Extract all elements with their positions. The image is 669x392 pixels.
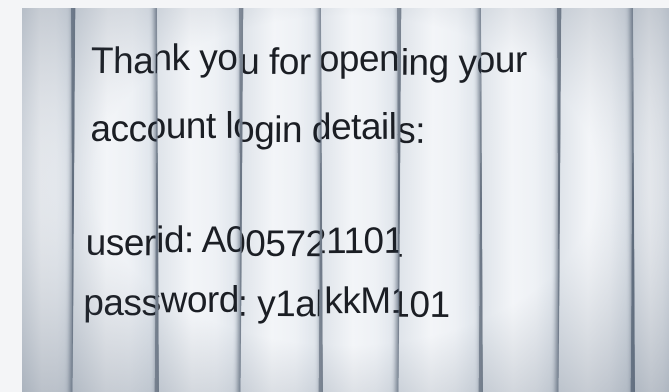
paper-strip: Thank you for opening youraccount login … <box>558 8 634 392</box>
paper-strip: Thank you for opening your account login … <box>156 8 242 392</box>
document-line-line1: Thank you for opening your <box>90 39 158 84</box>
strip-text-slice: Thank you for opening your account login … <box>73 9 158 392</box>
document-line-line1: Thank you for opening your <box>398 40 482 84</box>
shredded-paper-photo: Thank you for opening your account login … <box>22 8 669 392</box>
document-line-line2: account login details: <box>156 104 242 147</box>
strip-text-slice: Thank you for opening youraccount login … <box>559 8 634 391</box>
strip-text-slice: Thank you for opening your account login … <box>321 8 399 392</box>
document-line-password-line: password: y1alkkM101 <box>156 278 242 321</box>
document-line-line1: Thank you for opening your <box>156 35 242 79</box>
paper-strip: Thank you for opening your account login … <box>240 8 322 392</box>
image-frame: Thank you for opening your account login … <box>0 0 669 392</box>
document-line-line2: account login details: <box>320 105 400 149</box>
paper-strip: Thank you for opening your account login … <box>398 8 482 392</box>
paper-strip: Thank you for opening youraccount login … <box>22 8 74 392</box>
paper-strip: Thank you for opening youraccount login … <box>480 8 560 392</box>
document-line-password-line: password: y1alkkM101 <box>398 282 450 326</box>
document-line-line2: account login details: <box>398 108 426 151</box>
document-line-line1: Thank you for opening your <box>240 40 322 84</box>
strip-text-slice: Thank you for opening your account login … <box>399 9 482 392</box>
strip-text-slice: Thank you for opening youraccount login … <box>481 8 559 392</box>
strip-text-slice: Thank you for opening your account login … <box>241 9 322 392</box>
document-line-userid-line: userid: A005721101 <box>156 217 242 261</box>
document-line-line2: account login details: <box>90 107 158 151</box>
document-line-userid-line: userid: A005721101 <box>85 221 158 265</box>
document-line-password-line: password: y1alkkM101 <box>320 279 400 323</box>
document-line-line1: Thank you for opening your <box>480 38 527 82</box>
strip-text-slice: Thank you for opening youraccount login … <box>22 8 73 392</box>
paper-strip: Thank you for opening your account login … <box>320 8 400 392</box>
strip-text-slice: Thank you for opening youraccount login … <box>633 10 669 392</box>
document-line-password-line: password: y1alkkM101 <box>83 281 158 326</box>
paper-strip: Thank you for opening your account login … <box>72 8 158 392</box>
document-line-userid-line: userid: A005721101 <box>240 222 322 265</box>
document-line-line1: Thank you for opening your <box>320 37 400 80</box>
document-line-password-line: password: y1alkkM101 <box>240 281 322 326</box>
document-line-userid-line: userid: A005721101 <box>398 222 404 265</box>
document-line-line2: account login details: <box>240 108 322 152</box>
paper-strip: Thank you for opening youraccount login … <box>632 8 669 392</box>
document-line-userid-line: userid: A005721101 <box>320 219 400 263</box>
strip-text-slice: Thank you for opening your account login … <box>157 8 241 392</box>
